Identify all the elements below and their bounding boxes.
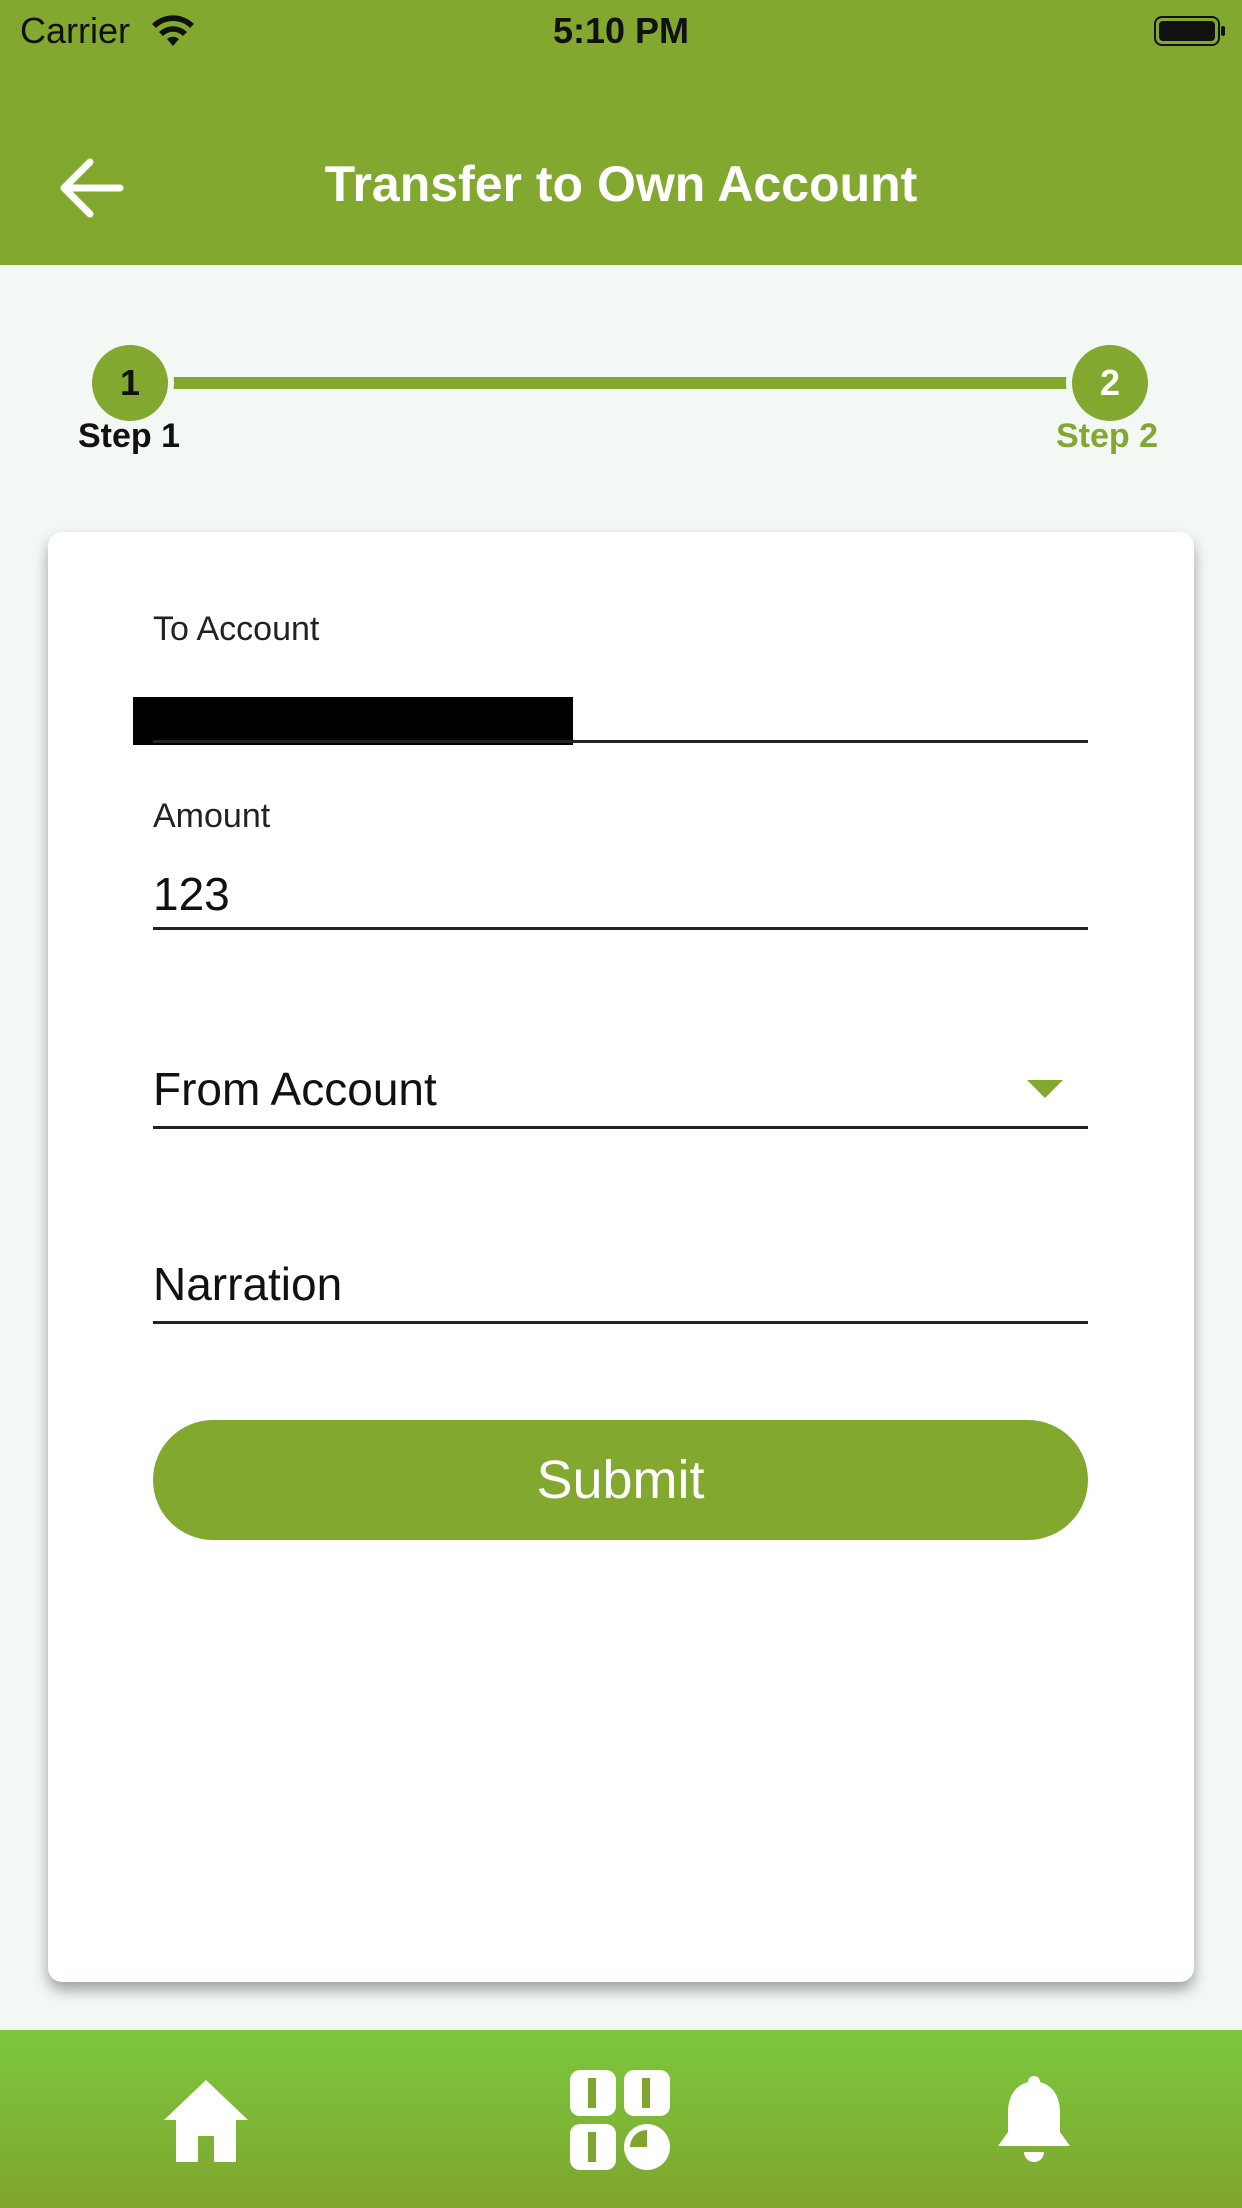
to-account-underline	[153, 740, 1088, 743]
narration-field[interactable]: Narration	[153, 1257, 1088, 1357]
amount-input[interactable]: 123	[153, 867, 230, 921]
to-account-label: To Account	[153, 610, 320, 648]
status-bar: Carrier 5:10 PM	[0, 0, 1242, 62]
redacted-account-value	[133, 697, 573, 745]
amount-underline	[153, 927, 1088, 930]
from-account-dropdown[interactable]: From Account	[153, 1062, 1088, 1162]
step-1-label: Step 1	[78, 417, 181, 455]
home-icon[interactable]	[156, 2070, 256, 2170]
transfer-form-card: To Account Amount 123 From Account Narra…	[48, 532, 1194, 1982]
bell-icon[interactable]	[984, 2070, 1084, 2170]
amount-field[interactable]: Amount 123	[153, 797, 1088, 937]
app-header: Carrier 5:10 PM Transfer to Own Account	[0, 0, 1242, 265]
step-1-circle: 1	[92, 345, 168, 421]
to-account-field[interactable]: To Account	[133, 610, 1088, 750]
battery-icon	[1154, 16, 1225, 46]
narration-input[interactable]: Narration	[153, 1257, 342, 1311]
narration-underline	[153, 1321, 1088, 1324]
bottom-tab-bar	[0, 2030, 1242, 2208]
page-title: Transfer to Own Account	[324, 156, 918, 212]
progress-stepper: 1 Step 1 2 Step 2	[0, 345, 1242, 465]
from-account-placeholder: From Account	[153, 1063, 437, 1115]
services-grid-icon[interactable]	[570, 2070, 670, 2170]
dropdown-arrow-icon[interactable]	[1027, 1080, 1063, 1098]
submit-button[interactable]: Submit	[153, 1420, 1088, 1540]
step-2-label: Step 2	[1056, 417, 1159, 455]
stepper-line	[130, 377, 1110, 389]
from-account-underline	[153, 1126, 1088, 1129]
amount-label: Amount	[153, 797, 271, 835]
status-time: 5:10 PM	[552, 10, 690, 51]
step-2-circle: 2	[1072, 345, 1148, 421]
